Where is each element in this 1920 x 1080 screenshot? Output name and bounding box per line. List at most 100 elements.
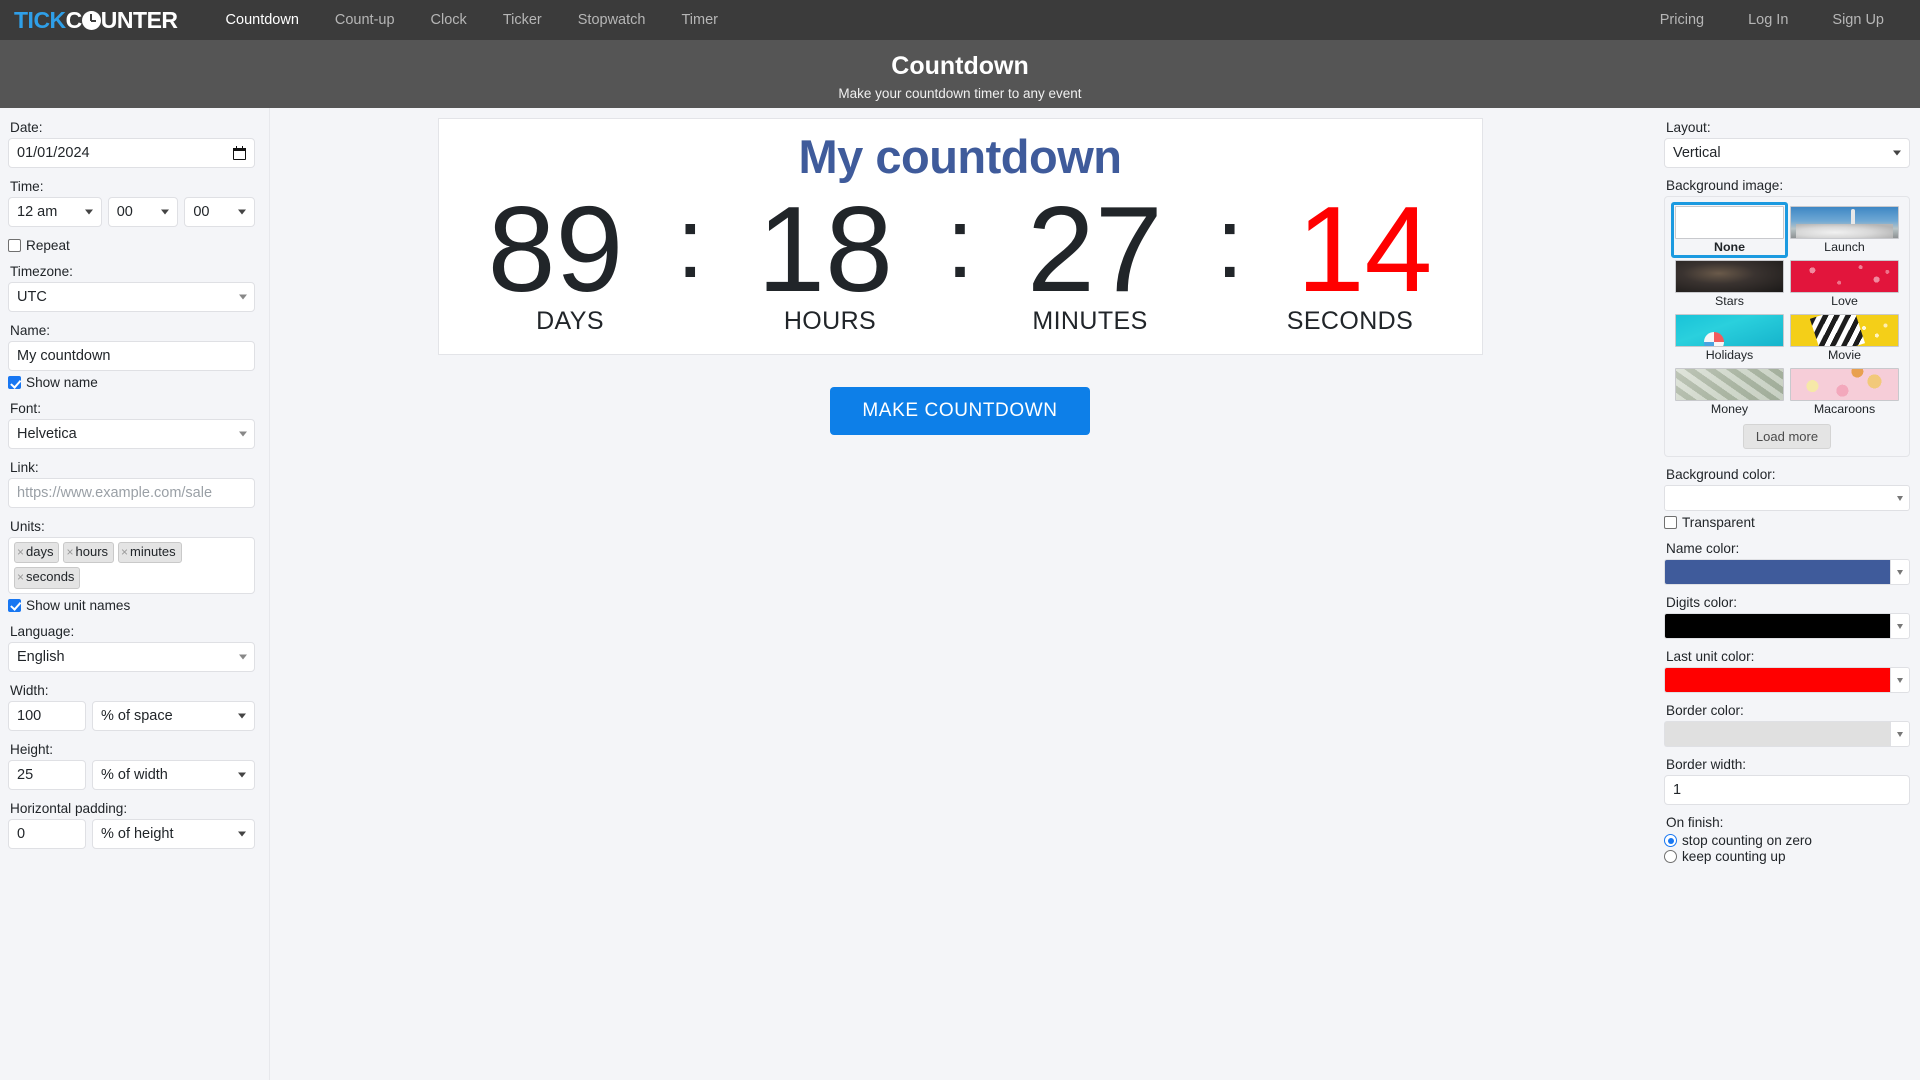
countdown-digits: 89 : 18 : 27 : 14 — [439, 185, 1482, 313]
nav-item-stopwatch[interactable]: Stopwatch — [560, 0, 664, 40]
show-name-checkbox[interactable] — [8, 376, 21, 389]
horizontal-padding-input[interactable]: 0 — [8, 818, 86, 849]
time-hour-select[interactable]: 12 am — [8, 197, 102, 227]
unit-tag-hours[interactable]: × hours — [63, 542, 115, 564]
border-color-dropdown[interactable] — [1890, 721, 1910, 747]
width-input[interactable]: 100 — [8, 700, 86, 731]
bg-option-caption: Macaroons — [1813, 402, 1876, 416]
background-image-label: Background image: — [1666, 178, 1784, 193]
chevron-down-icon — [238, 209, 246, 215]
unit-tag-days[interactable]: × days — [14, 542, 60, 564]
digits-color-dropdown[interactable] — [1890, 613, 1910, 639]
remove-tag-icon[interactable]: × — [121, 545, 128, 560]
on-finish-option-keep[interactable]: keep counting up — [1664, 849, 1910, 864]
last-unit-color-swatch[interactable] — [1664, 667, 1890, 693]
unit-tag-minutes[interactable]: × minutes — [118, 542, 182, 564]
chevron-down-icon — [1897, 677, 1903, 683]
font-select[interactable]: Helvetica — [8, 419, 255, 449]
bg-option-launch[interactable]: Launch — [1787, 203, 1902, 257]
time-minute-select[interactable]: 00 — [107, 197, 179, 227]
on-finish-radio-stop[interactable] — [1664, 834, 1677, 847]
width-unit-value: % of space — [100, 707, 173, 724]
remove-tag-icon[interactable]: × — [17, 570, 24, 585]
remove-tag-icon[interactable]: × — [17, 545, 24, 560]
primary-nav: Countdown Count-up Clock Ticker Stopwatc… — [208, 0, 736, 40]
nav-item-clock[interactable]: Clock — [413, 0, 485, 40]
site-logo[interactable]: TICK C UNTER — [14, 7, 178, 34]
love-thumb — [1790, 260, 1899, 293]
horizontal-padding-unit-select[interactable]: % of height — [91, 818, 255, 849]
timezone-select[interactable]: UTC — [8, 282, 255, 312]
name-input[interactable]: My countdown — [8, 341, 255, 371]
height-field-group: Height: 25 % of width — [8, 742, 255, 790]
chevron-down-icon — [239, 431, 247, 437]
digits-color-picker[interactable] — [1664, 613, 1910, 639]
name-color-picker[interactable] — [1664, 559, 1910, 585]
timezone-label: Timezone: — [10, 264, 73, 279]
make-countdown-button[interactable]: MAKE COUNTDOWN — [830, 386, 1090, 435]
digits-color-swatch[interactable] — [1664, 613, 1890, 639]
countdown-name: My countdown — [798, 130, 1122, 183]
nav-item-count-up[interactable]: Count-up — [317, 0, 413, 40]
none-thumb — [1675, 206, 1784, 239]
bg-option-none[interactable]: None — [1671, 202, 1788, 258]
height-unit-select[interactable]: % of width — [91, 759, 255, 790]
transparent-checkbox-row[interactable]: Transparent — [1664, 515, 1910, 530]
time-second-select[interactable]: 00 — [184, 197, 255, 227]
on-finish-option-label: stop counting on zero — [1682, 833, 1812, 848]
nav-item-ticker[interactable]: Ticker — [485, 0, 560, 40]
transparent-checkbox[interactable] — [1664, 516, 1677, 529]
bg-option-holidays[interactable]: Holidays — [1672, 311, 1787, 365]
bg-option-movie[interactable]: Movie — [1787, 311, 1902, 365]
show-name-checkbox-row[interactable]: Show name — [8, 375, 255, 390]
horizontal-padding-unit-value: % of height — [100, 825, 174, 842]
remove-tag-icon[interactable]: × — [66, 545, 73, 560]
units-tag-container[interactable]: × days × hours × minutes × seconds — [8, 537, 255, 594]
on-finish-option-stop[interactable]: stop counting on zero — [1664, 833, 1910, 848]
horizontal-padding-field-group: Horizontal padding: 0 % of height — [8, 801, 255, 849]
last-unit-color-dropdown[interactable] — [1890, 667, 1910, 693]
border-color-swatch[interactable] — [1664, 721, 1890, 747]
bg-option-macaroons[interactable]: Macaroons — [1787, 365, 1902, 419]
on-finish-radio-keep[interactable] — [1664, 850, 1677, 863]
bg-option-stars[interactable]: Stars — [1672, 257, 1787, 311]
bg-option-money[interactable]: Money — [1672, 365, 1787, 419]
show-unit-names-checkbox-row[interactable]: Show unit names — [8, 598, 255, 613]
link-label: Link: — [10, 460, 39, 475]
unit-tag-label: seconds — [26, 569, 75, 585]
nav-item-countdown[interactable]: Countdown — [208, 0, 317, 40]
bg-option-love[interactable]: Love — [1787, 257, 1902, 311]
border-width-input[interactable]: 1 — [1664, 775, 1910, 805]
name-color-swatch[interactable] — [1664, 559, 1890, 585]
layout-select[interactable]: Vertical — [1664, 138, 1910, 168]
font-field-group: Font: Helvetica — [8, 401, 255, 449]
background-color-group: Background color: — [1664, 467, 1910, 511]
settings-sidebar-right: Layout: Vertical Background image: None … — [1650, 108, 1920, 1080]
repeat-label: Repeat — [26, 238, 70, 253]
on-finish-label: On finish: — [1666, 815, 1724, 830]
border-color-picker[interactable] — [1664, 721, 1910, 747]
nav-item-login[interactable]: Log In — [1726, 0, 1810, 40]
date-label: Date: — [10, 120, 43, 135]
show-unit-names-checkbox[interactable] — [8, 598, 21, 612]
background-color-label: Background color: — [1666, 467, 1776, 482]
load-more-button[interactable]: Load more — [1742, 424, 1832, 449]
horizontal-padding-row: 0 % of height — [8, 818, 255, 849]
nav-item-pricing[interactable]: Pricing — [1638, 0, 1726, 40]
height-label: Height: — [10, 741, 54, 757]
repeat-checkbox[interactable] — [8, 239, 21, 252]
unit-tag-seconds[interactable]: × seconds — [14, 567, 81, 589]
language-select[interactable]: English — [8, 641, 255, 672]
nav-item-signup[interactable]: Sign Up — [1810, 0, 1906, 40]
nav-item-timer[interactable]: Timer — [663, 0, 736, 40]
background-color-picker[interactable] — [1664, 485, 1910, 511]
date-input[interactable]: 01/01/2024 — [8, 138, 255, 168]
repeat-checkbox-row[interactable]: Repeat — [8, 238, 255, 253]
calendar-icon[interactable] — [233, 146, 246, 160]
width-unit-select[interactable]: % of space — [91, 700, 255, 731]
height-input[interactable]: 25 — [8, 759, 86, 790]
link-input[interactable]: https://www.example.com/sale — [8, 478, 255, 508]
name-color-dropdown[interactable] — [1890, 559, 1910, 585]
last-unit-color-picker[interactable] — [1664, 667, 1910, 693]
countdown-label-hours: HOURS — [783, 306, 877, 335]
